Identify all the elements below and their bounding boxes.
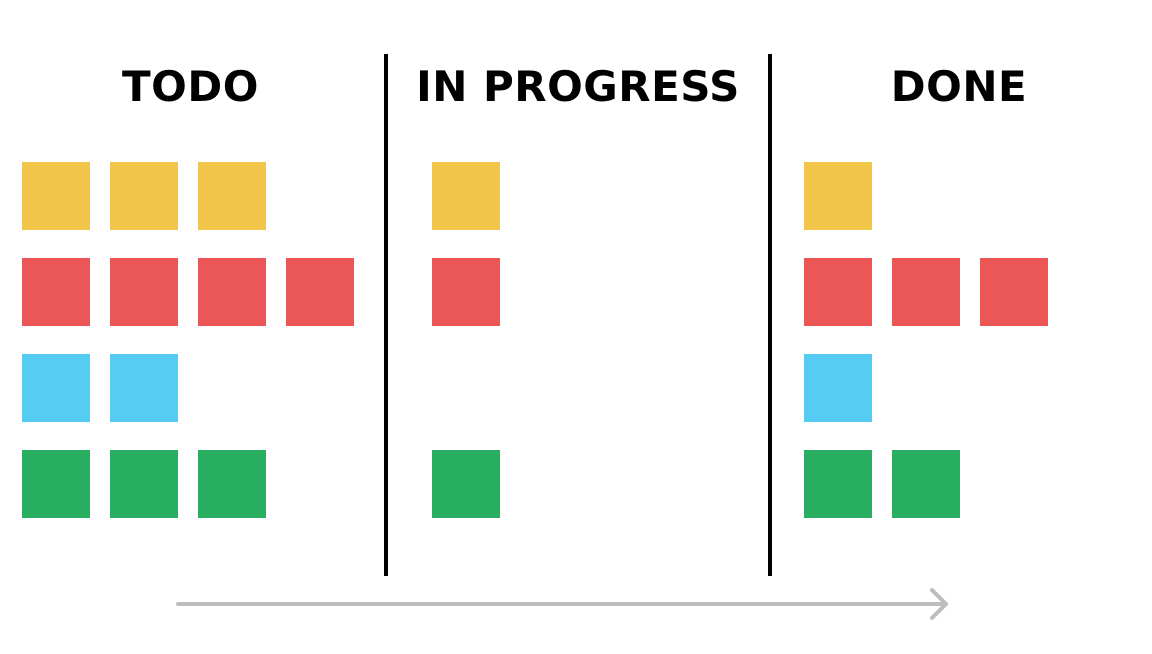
column-in-progress: IN PROGRESS — [388, 0, 768, 580]
card-row-blue — [804, 354, 872, 422]
task-card-red — [286, 258, 354, 326]
card-row-red — [804, 258, 1048, 326]
task-card-green — [198, 450, 266, 518]
task-card-yellow — [22, 162, 90, 230]
task-card-red — [22, 258, 90, 326]
task-card-green — [22, 450, 90, 518]
arrow-right-icon — [176, 588, 948, 620]
task-card-green — [432, 450, 500, 518]
task-card-red — [892, 258, 960, 326]
column-todo: TODO — [0, 0, 384, 580]
task-card-green — [892, 450, 960, 518]
card-row-red — [432, 258, 500, 326]
task-card-red — [198, 258, 266, 326]
card-row-green — [22, 450, 266, 518]
column-title: IN PROGRESS — [416, 62, 740, 111]
card-row-red — [22, 258, 354, 326]
card-row-green — [432, 450, 500, 518]
task-card-green — [110, 450, 178, 518]
task-card-blue — [804, 354, 872, 422]
column-title: DONE — [890, 62, 1028, 111]
column-done: DONE — [772, 0, 1146, 580]
column-title: TODO — [122, 62, 259, 111]
task-card-red — [110, 258, 178, 326]
card-row-yellow — [22, 162, 266, 230]
task-card-red — [980, 258, 1048, 326]
task-card-red — [804, 258, 872, 326]
task-card-yellow — [804, 162, 872, 230]
card-row-yellow — [432, 162, 500, 230]
card-row-blue — [22, 354, 178, 422]
task-card-yellow — [432, 162, 500, 230]
card-row-yellow — [804, 162, 872, 230]
task-card-yellow — [198, 162, 266, 230]
task-card-red — [432, 258, 500, 326]
task-card-blue — [22, 354, 90, 422]
task-card-green — [804, 450, 872, 518]
task-card-yellow — [110, 162, 178, 230]
task-card-blue — [110, 354, 178, 422]
card-row-green — [804, 450, 960, 518]
kanban-board: TODO IN PROGRESS DONE — [0, 0, 1152, 654]
